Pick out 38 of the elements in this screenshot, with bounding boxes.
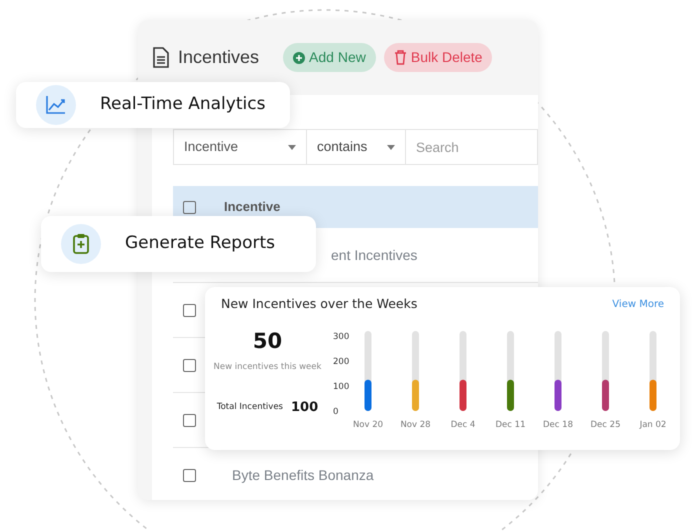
bulk-delete-button[interactable]: Bulk Delete: [384, 43, 492, 72]
plus-circle-icon: [293, 52, 306, 64]
y-tick-label: 300: [333, 332, 350, 342]
y-tick-label: 0: [333, 406, 338, 417]
checkbox[interactable]: [183, 358, 196, 372]
add-new-button[interactable]: Add New: [283, 43, 376, 72]
x-tick-label: Dec 18: [543, 420, 573, 430]
x-tick-label: Dec 11: [496, 420, 526, 430]
field-dropdown[interactable]: Incentive: [173, 129, 307, 165]
checkbox[interactable]: [183, 414, 196, 426]
checkbox[interactable]: [183, 200, 196, 214]
panel-title: Incentives: [178, 46, 260, 69]
checkbox[interactable]: [183, 304, 196, 316]
feature-label: Generate Reports: [125, 232, 276, 256]
x-tick-label: Dec 25: [590, 420, 620, 430]
count-caption: New incentives this week: [214, 361, 322, 374]
table-cell-text: ent Incentives: [331, 246, 418, 264]
new-count: 50: [252, 328, 282, 355]
document-icon: [152, 47, 170, 68]
table-cell-text: Byte Benefits Bonanza: [232, 466, 374, 485]
total-label: Total Incentives: [216, 401, 283, 414]
x-tick-label: Dec 4: [450, 420, 476, 430]
column-header: Incentive: [224, 198, 280, 216]
x-tick-label: Nov 28: [400, 420, 431, 430]
checkbox[interactable]: [183, 468, 196, 482]
view-more-link[interactable]: View More: [612, 296, 664, 312]
y-tick-label: 100: [333, 382, 350, 392]
total-value: 100: [290, 399, 318, 417]
x-tick-label: Jan 02: [640, 420, 666, 430]
chart-title: New Incentives over the Weeks: [221, 295, 418, 313]
y-tick-label: 200: [333, 356, 350, 367]
clipboard-plus-icon: [61, 224, 101, 264]
search-field[interactable]: Search: [406, 129, 538, 165]
caret-icon: [387, 144, 395, 150]
x-tick-label: Nov 20: [352, 420, 384, 430]
caret-icon: [288, 144, 296, 150]
feature-label: Real-Time Analytics: [100, 93, 266, 116]
trash-icon: [394, 50, 407, 65]
